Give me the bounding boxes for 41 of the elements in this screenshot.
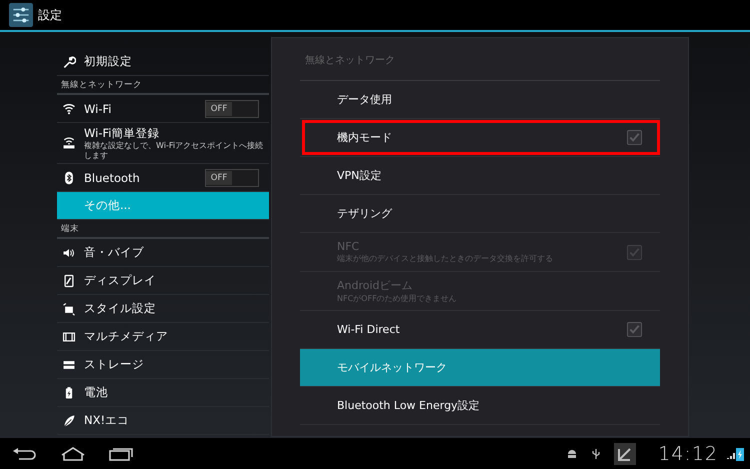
clock: 14:12 (658, 442, 718, 464)
sidebar-item[interactable]: ディスプレイ (57, 267, 269, 295)
settings-item[interactable]: データ使用 (300, 81, 660, 119)
checkbox[interactable] (627, 130, 642, 145)
sidebar-item[interactable]: Wi-Fi OFF (57, 95, 269, 123)
settings-item[interactable]: Bluetooth Low Energy設定 (300, 387, 660, 425)
phone-icon (62, 274, 76, 288)
panel-header: 無線とネットワーク (300, 38, 660, 81)
app-title: 設定 (38, 6, 62, 24)
sidebar-item[interactable]: 初期設定 (57, 48, 269, 76)
sidebar-item[interactable]: ストレージ (57, 351, 269, 379)
section-header: 無線とネットワーク (57, 76, 269, 95)
back-icon[interactable] (12, 446, 38, 460)
item-description: 複雑な設定なしで、Wi-Fiアクセスポイントへ接続します (84, 140, 264, 160)
bluetooth-icon (62, 170, 76, 184)
settings-item[interactable]: テザリング (300, 195, 660, 233)
toggle-switch[interactable]: OFF (205, 168, 259, 186)
wifi-easy-icon (62, 136, 76, 150)
battery-charging-icon (736, 446, 744, 460)
sidebar-item[interactable]: 電池 (57, 379, 269, 407)
film-icon (62, 330, 76, 344)
wrench-icon (62, 54, 76, 68)
sidebar-item[interactable]: Wi-Fi簡単登録 複雑な設定なしで、Wi-Fiアクセスポイントへ接続します (57, 123, 269, 164)
home-icon[interactable] (60, 446, 86, 460)
settings-item[interactable]: 機内モード (300, 119, 660, 157)
style-icon (62, 302, 76, 316)
usb-icon (590, 448, 602, 460)
checkbox[interactable] (627, 322, 642, 337)
recent-apps-icon[interactable] (108, 446, 134, 460)
sidebar-item[interactable]: スタイル設定 (57, 295, 269, 323)
settings-icon[interactable] (9, 3, 33, 27)
sidebar-item[interactable]: 音・バイブ (57, 239, 269, 267)
toggle-switch[interactable]: OFF (205, 100, 259, 118)
settings-item[interactable]: VPN設定 (300, 157, 660, 195)
sidebar-item[interactable]: NX!エコ (57, 407, 269, 435)
leaf-icon (62, 414, 76, 428)
item-description: NFCがOFFのため使用できません (337, 293, 458, 304)
sidebar-item[interactable]: マルチメディア (57, 323, 269, 351)
settings-item[interactable]: モバイルネットワーク (300, 349, 660, 387)
section-header: 端末 (57, 220, 269, 239)
wifi-icon (62, 102, 76, 116)
